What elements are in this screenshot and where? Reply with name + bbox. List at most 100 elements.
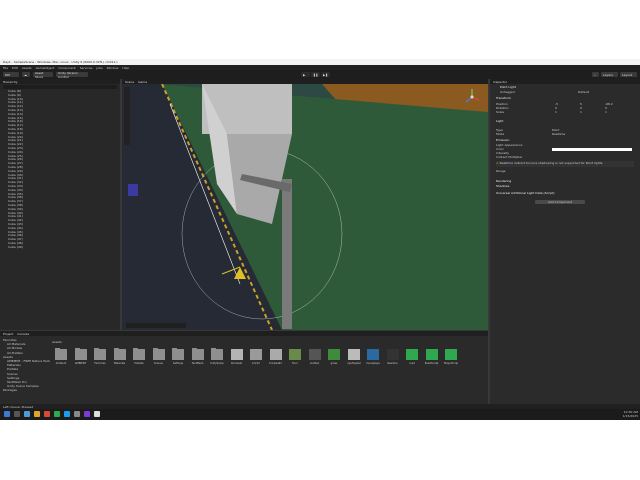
shadows-header[interactable]: Shadows xyxy=(496,184,509,189)
tab-console[interactable]: Console xyxy=(17,332,29,336)
asset-item[interactable]: Scenes xyxy=(152,347,166,365)
scene-orientation-gizmo[interactable] xyxy=(462,87,482,107)
asset-item[interactable]: Settings xyxy=(171,347,185,365)
folder-icon xyxy=(113,347,126,360)
asset-thumbnail-icon xyxy=(445,349,457,360)
search-icon[interactable]: ⌕ xyxy=(592,72,599,77)
pause-button[interactable]: ❚❚ xyxy=(311,72,320,77)
menu-assets[interactable]: Assets xyxy=(22,66,32,70)
asset-item[interactable]: Readme xyxy=(386,349,400,365)
light-header[interactable]: Light xyxy=(496,119,504,124)
asset-label: AMBIENT xyxy=(74,362,87,365)
tab-hierarchy[interactable]: Hierarchy xyxy=(3,80,18,84)
folder-icon xyxy=(211,347,223,360)
asset-item[interactable]: brickwall xyxy=(230,349,244,365)
menu-file[interactable]: File xyxy=(3,66,8,70)
asset-label: grass xyxy=(330,362,338,365)
tab-inspector[interactable]: Inspector xyxy=(493,80,507,84)
asset-item[interactable]: PlayerScript xyxy=(444,349,458,365)
asset-label: Readme xyxy=(387,362,398,365)
step-button[interactable]: ▶❚ xyxy=(321,72,330,77)
breadcrumb[interactable]: Assets xyxy=(52,340,62,344)
project-panel: Project Console Favorites All Materials Al… xyxy=(0,331,488,404)
clock[interactable]: 10:30 AM 1/15/2025 xyxy=(612,410,638,418)
scale-x[interactable]: 1 xyxy=(555,110,557,115)
asset-item[interactable]: grass xyxy=(327,349,341,365)
menu-help[interactable]: Help xyxy=(122,66,129,70)
asset-item[interactable]: brick2 xyxy=(249,349,263,365)
transform-header[interactable]: Transform xyxy=(496,96,511,101)
asset-item[interactable]: floor xyxy=(288,349,302,365)
start-icon[interactable] xyxy=(4,411,10,417)
tab-game[interactable]: Game xyxy=(138,80,147,84)
tab-scene[interactable]: Scene xyxy=(125,80,134,84)
asset-item[interactable]: Ambient xyxy=(54,347,68,365)
tag-dropdown[interactable]: Untagged xyxy=(500,90,515,95)
urp-light-data-header[interactable]: Universal Additional Light Data (Script) xyxy=(496,191,555,196)
visual-studio-icon[interactable] xyxy=(84,411,90,417)
scene-overlay-toolbar[interactable] xyxy=(126,323,186,328)
menu-window[interactable]: Window xyxy=(107,66,119,70)
menu-component[interactable]: Component xyxy=(58,66,75,70)
asset-item[interactable]: moveplayer xyxy=(366,349,380,365)
asset-item[interactable]: TextMesh xyxy=(191,347,205,365)
layers-label: Layers xyxy=(603,72,613,77)
unity-hub-icon[interactable] xyxy=(74,411,80,417)
version-control-label: Unity Version Control xyxy=(58,70,78,79)
menu-jobs[interactable]: Jobs xyxy=(96,66,102,70)
asset-item[interactable]: brickwall2 xyxy=(269,349,283,365)
folder-icon xyxy=(133,347,145,360)
cloud-icon[interactable]: ☁ xyxy=(22,72,30,77)
asset-label: road xyxy=(409,362,415,365)
color-swatch[interactable] xyxy=(552,148,632,151)
asset-item[interactable]: roadtex xyxy=(308,349,322,365)
project-tabstrip: Project Console xyxy=(0,331,488,336)
hierarchy-item[interactable]: Cube (49) xyxy=(8,245,23,250)
asset-thumbnail-icon xyxy=(347,349,360,360)
project-tree-item[interactable]: Packages xyxy=(3,388,17,392)
asset-item[interactable]: InputSystem xyxy=(347,349,361,365)
asset-item[interactable]: road xyxy=(405,349,419,365)
car-model xyxy=(128,184,138,196)
asset-label: Scenes xyxy=(154,362,163,365)
scene-view[interactable]: Scene Game xyxy=(122,79,488,330)
tab-project[interactable]: Project xyxy=(3,332,13,336)
layers-dropdown[interactable]: Layers xyxy=(601,72,618,77)
asset-label: floor xyxy=(292,362,298,365)
task-view-icon[interactable] xyxy=(24,411,30,417)
hierarchy-panel: Hierarchy Cube (8) Cube (9) Cube (10) Cube … xyxy=(0,79,120,330)
menu-services[interactable]: Services xyxy=(80,66,93,70)
asset-label: moveplayer xyxy=(366,362,380,365)
search-icon[interactable] xyxy=(14,411,20,417)
edge-icon[interactable] xyxy=(64,411,70,417)
asset-thumbnail-icon xyxy=(367,349,379,360)
asset-item[interactable]: UnitySamples xyxy=(210,347,224,365)
chrome-icon[interactable] xyxy=(44,411,50,417)
asset-item[interactable]: AMBIENT xyxy=(74,347,88,365)
asset-item[interactable]: Prefabs xyxy=(132,347,146,365)
light-mode-dropdown[interactable]: Realtime xyxy=(552,132,565,137)
version-control-button[interactable]: Unity Version Control xyxy=(56,70,88,79)
warning-box: ⚠ Realtime indirect bounce shadowing is … xyxy=(496,161,634,167)
asset-thumbnail-icon xyxy=(269,349,282,360)
asset-item[interactable]: RoadScript xyxy=(425,349,439,365)
main-toolbar: DM ☁ Asset Store Unity Version Control ▶… xyxy=(0,70,640,79)
asset-store-button[interactable]: Asset Store xyxy=(33,71,53,79)
menu-edit[interactable]: Edit xyxy=(12,66,18,70)
menu-gameobject[interactable]: GameObject xyxy=(36,66,55,70)
layer-dropdown[interactable]: Default xyxy=(578,90,589,95)
unity-icon[interactable] xyxy=(94,411,100,417)
asset-item[interactable]: Materials xyxy=(113,347,127,365)
file-explorer-icon[interactable] xyxy=(34,411,40,417)
play-button[interactable]: ▶ xyxy=(301,72,310,77)
scale-z[interactable]: 1 xyxy=(605,110,607,115)
scale-y[interactable]: 1 xyxy=(580,110,582,115)
asset-item[interactable]: Factories xyxy=(93,347,107,365)
app-icon[interactable] xyxy=(54,411,60,417)
window-title: Day1 - SampleScene - Windows, Mac, Linux… xyxy=(3,60,118,64)
add-component-button[interactable]: Add Component xyxy=(535,200,585,204)
asset-label: UnitySamples xyxy=(210,362,224,365)
layout-dropdown[interactable]: Layout xyxy=(620,72,637,77)
account-button[interactable]: DM xyxy=(3,72,19,77)
scene-tools-palette[interactable] xyxy=(124,87,130,145)
